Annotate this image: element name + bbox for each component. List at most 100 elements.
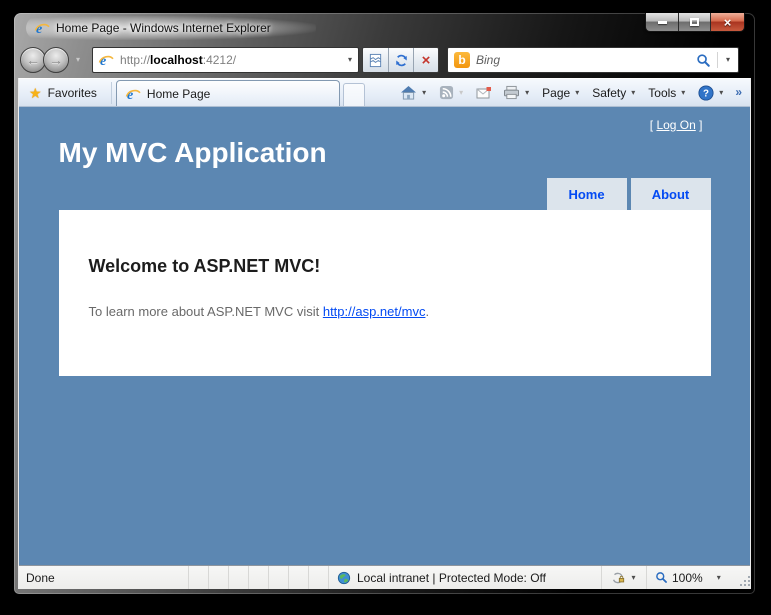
- zoom-level: 100%: [672, 570, 703, 585]
- compatibility-view-button[interactable]: [363, 48, 389, 72]
- tab-home-page[interactable]: e Home Page: [115, 80, 340, 106]
- statusbar-cell: [208, 566, 228, 589]
- search-icon[interactable]: [696, 53, 711, 68]
- page-menu-button[interactable]: Page ▾: [539, 84, 584, 102]
- desktop-background: e Home Page - Windows Internet Explorer …: [0, 0, 771, 615]
- filter-shield-icon: [613, 572, 625, 583]
- forward-button[interactable]: →: [43, 47, 69, 73]
- safety-menu-button[interactable]: Safety ▾: [589, 84, 640, 102]
- client-area: ★ Favorites e Home Page ▾ ▾ ▾ Page ▾ Saf…: [18, 78, 751, 589]
- logon-row: [ Log On ]: [59, 107, 711, 132]
- menu-tab-home[interactable]: Home: [546, 178, 627, 210]
- restore-button[interactable]: [678, 13, 710, 31]
- favorites-star-icon: ★: [29, 84, 42, 101]
- tab-title: Home Page: [146, 86, 211, 101]
- page-favicon: e: [98, 52, 114, 68]
- forward-arrow-icon: →: [49, 52, 63, 68]
- close-icon: ×: [723, 14, 732, 30]
- print-button[interactable]: ▾: [500, 83, 534, 102]
- ie-logo-icon: e: [34, 20, 50, 36]
- statusbar-cell: [288, 566, 308, 589]
- site-menu: Home About: [59, 178, 711, 210]
- zone-text: Local intranet | Protected Mode: Off: [357, 570, 546, 585]
- filter-dropdown: ▾: [631, 572, 636, 582]
- more-toolbar-chevron-icon[interactable]: »: [735, 85, 742, 99]
- url-host: localhost: [150, 53, 203, 67]
- resize-grip[interactable]: [736, 566, 750, 589]
- inprivate-filter-control[interactable]: ▾: [601, 566, 646, 589]
- zoom-magnifier-icon: [656, 572, 667, 583]
- tools-menu-button[interactable]: Tools ▾: [645, 84, 690, 102]
- status-bar: Done Local intranet | Protected Mode: Of…: [19, 565, 750, 589]
- minimize-icon: [657, 20, 667, 24]
- refresh-button[interactable]: [388, 48, 414, 72]
- statusbar-spacer: [558, 566, 601, 589]
- help-icon: ?: [698, 84, 714, 101]
- logon-link[interactable]: Log On: [656, 118, 695, 132]
- rss-feed-icon: [440, 85, 454, 100]
- url-scheme: http://: [120, 53, 151, 67]
- command-bar: ▾ ▾ ▾ Page ▾ Safety ▾ Tools ▾ ? ▾ »: [397, 83, 744, 103]
- favorites-button[interactable]: ★ Favorites: [21, 83, 107, 103]
- search-input[interactable]: [476, 53, 690, 67]
- url-path: :4212/: [202, 53, 237, 67]
- address-bar[interactable]: e http://localhost:4212/ ▾: [92, 47, 360, 73]
- compatibility-view-icon: [369, 53, 382, 67]
- stop-button[interactable]: ×: [413, 48, 439, 72]
- read-mail-button[interactable]: [473, 84, 495, 102]
- safety-menu-label: Safety: [592, 85, 627, 100]
- printer-icon: [504, 85, 520, 100]
- title-bar: e Home Page - Windows Internet Explorer …: [14, 13, 755, 42]
- globe-icon: [337, 571, 351, 584]
- help-dropdown[interactable]: ▾: [717, 88, 725, 97]
- refresh-icon: [395, 54, 407, 66]
- statusbar-cell: [228, 566, 248, 589]
- mvc-page: [ Log On ] My MVC Application Home About…: [58, 107, 711, 376]
- navigation-bar: ← → ▾ e http://localhost:4212/ ▾ × b Bin…: [14, 42, 755, 78]
- window-controls: ×: [645, 13, 745, 32]
- bing-provider-icon[interactable]: b: [454, 52, 471, 68]
- feeds-button[interactable]: ▾: [436, 83, 468, 102]
- browser-window: e Home Page - Windows Internet Explorer …: [14, 13, 755, 594]
- security-zone: Local intranet | Protected Mode: Off: [328, 566, 558, 589]
- back-arrow-icon: ←: [26, 52, 40, 68]
- page-viewport: [ Log On ] My MVC Application Home About…: [19, 107, 750, 565]
- menu-tab-about[interactable]: About: [630, 178, 711, 210]
- statusbar-cell: [268, 566, 288, 589]
- statusbar-cell: [248, 566, 268, 589]
- close-button[interactable]: ×: [710, 13, 744, 31]
- tools-menu-dropdown: ▾: [681, 87, 686, 97]
- home-button[interactable]: ▾: [397, 83, 431, 102]
- address-buttons: ×: [362, 47, 440, 73]
- search-box: b ▾: [447, 47, 740, 73]
- status-text: Done: [26, 570, 55, 585]
- app-title: My MVC Application: [58, 137, 327, 168]
- home-dropdown[interactable]: ▾: [420, 88, 428, 97]
- print-dropdown[interactable]: ▾: [523, 88, 531, 97]
- tab-separator: [110, 81, 112, 104]
- favorites-tab-bar: ★ Favorites e Home Page ▾ ▾ ▾ Page ▾ Saf…: [19, 78, 750, 107]
- safety-menu-dropdown: ▾: [631, 87, 636, 97]
- zoom-control[interactable]: 100% ▾: [646, 566, 736, 589]
- logon-open-bracket: [: [649, 118, 654, 132]
- statusbar-cell: [308, 566, 328, 589]
- paragraph-prefix: To learn more about ASP.NET MVC visit: [88, 304, 323, 319]
- new-tab-button[interactable]: [342, 83, 365, 106]
- logon-close-bracket: ]: [699, 118, 703, 132]
- welcome-heading: Welcome to ASP.NET MVC!: [88, 256, 321, 276]
- restore-icon: [690, 18, 699, 26]
- statusbar-cell: [188, 566, 208, 589]
- page-menu-label: Page: [542, 85, 571, 100]
- search-separator: [717, 52, 718, 68]
- recent-pages-dropdown[interactable]: ▾: [74, 56, 82, 64]
- home-icon: [401, 85, 417, 100]
- tab-favicon: e: [125, 86, 141, 102]
- address-dropdown[interactable]: ▾: [346, 56, 354, 64]
- search-dropdown[interactable]: ▾: [724, 56, 732, 64]
- minimize-button[interactable]: [646, 13, 678, 31]
- help-button[interactable]: ? ▾: [695, 83, 728, 103]
- asp-net-mvc-link[interactable]: http://asp.net/mvc: [323, 304, 426, 319]
- feeds-dropdown[interactable]: ▾: [457, 88, 465, 97]
- mail-icon: [476, 86, 492, 98]
- page-menu-dropdown: ▾: [575, 87, 580, 97]
